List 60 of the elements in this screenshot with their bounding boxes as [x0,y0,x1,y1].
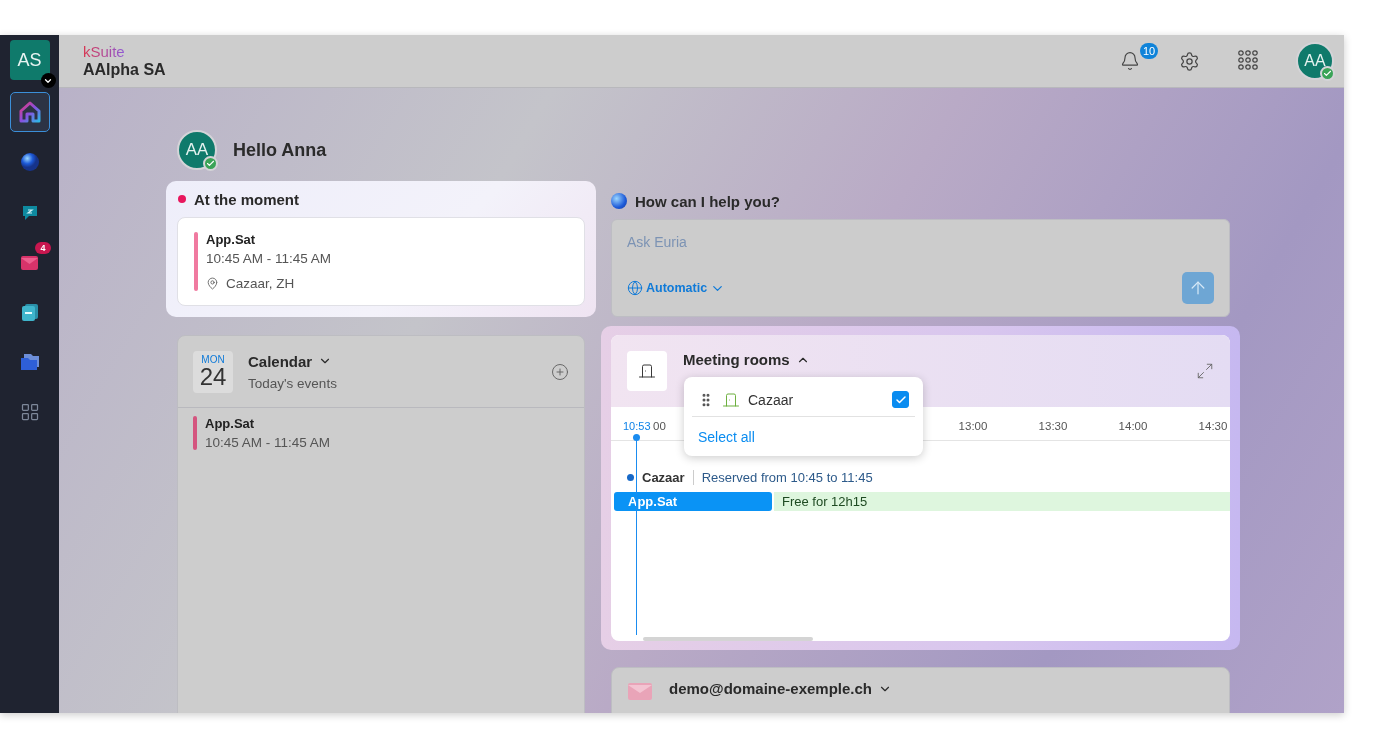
event-location: Cazaar, ZH [226,276,295,291]
mail-account-title[interactable]: demo@domaine-exemple.ch [669,680,892,697]
sidebar-item[interactable]: 4 [9,242,50,282]
door-icon [722,390,740,409]
room-name: Cazaar [642,470,685,485]
door-icon [627,351,667,391]
time-tick: 14:30 [1198,420,1228,432]
user-avatar[interactable]: AA [1296,42,1334,80]
user-avatar: AA [177,130,217,170]
add-icon[interactable] [551,362,569,381]
time-tick: 14:00 [1118,420,1148,432]
sidebar-item[interactable] [9,92,50,132]
apps-grid-icon [19,402,40,422]
sphere-icon [611,193,627,209]
globe-icon [627,280,643,296]
room-dot [627,474,634,481]
calendar-title[interactable]: Calendar [248,352,337,370]
greeting-text: Hello Anna [233,139,327,161]
app-grid-icon[interactable] [1238,50,1260,72]
envelope-icon [627,680,653,702]
current-time: 10:53 [623,420,651,432]
time-tick: 13:30 [1038,420,1068,432]
count-badge: 4 [35,242,51,254]
organization-name: AAlpha SA [83,61,166,79]
calendar-icon [19,302,40,322]
count-badge: 10 [1140,43,1159,59]
section-title: How can I help you? [635,192,780,210]
check-icon [894,393,907,406]
event-color-bar [194,232,198,291]
section-title: At the moment [194,190,299,208]
free-slot-bar: Free for 12h15 [774,492,1230,511]
bell-icon[interactable] [1120,51,1140,71]
booking-bar[interactable]: App.Sat [614,492,772,511]
event-color-bar [193,416,197,450]
folder-icon [18,351,41,373]
location-pin-icon [206,277,219,290]
calendar-subtitle: Today's events [248,375,337,391]
time-tick: 13:00 [958,420,988,432]
home-icon [18,101,41,123]
event-title: App.Sat [206,232,257,247]
day-number: 24 [199,364,227,389]
account-tile[interactable]: AS [9,40,50,80]
event-time: 10:45 AM - 11:45 AM [205,435,331,450]
room-status: Reserved from 10:45 to 11:45 [692,470,873,485]
event-item[interactable]: App.Sat 10:45 AM - 11:45 AM [193,416,569,450]
event-title: App.Sat [205,416,256,431]
sphere-icon [19,152,40,172]
status-dot [178,195,186,203]
event-card[interactable]: App.Sat 10:45 AM - 11:45 AM Cazaar, ZH [177,217,585,306]
weekday: MON [201,354,225,365]
time-tick: 00 [653,420,666,432]
expand-icon[interactable] [1196,362,1214,380]
room-option[interactable]: Cazaar [692,383,915,417]
meeting-rooms-title[interactable]: Meeting rooms [683,351,810,368]
scrollbar[interactable] [643,637,813,641]
select-all-link[interactable]: Select all [698,429,755,445]
room-name: Cazaar [748,391,794,408]
chat-icon [20,203,39,221]
event-time: 10:45 AM - 11:45 AM [206,251,332,266]
checkbox[interactable] [892,391,909,408]
